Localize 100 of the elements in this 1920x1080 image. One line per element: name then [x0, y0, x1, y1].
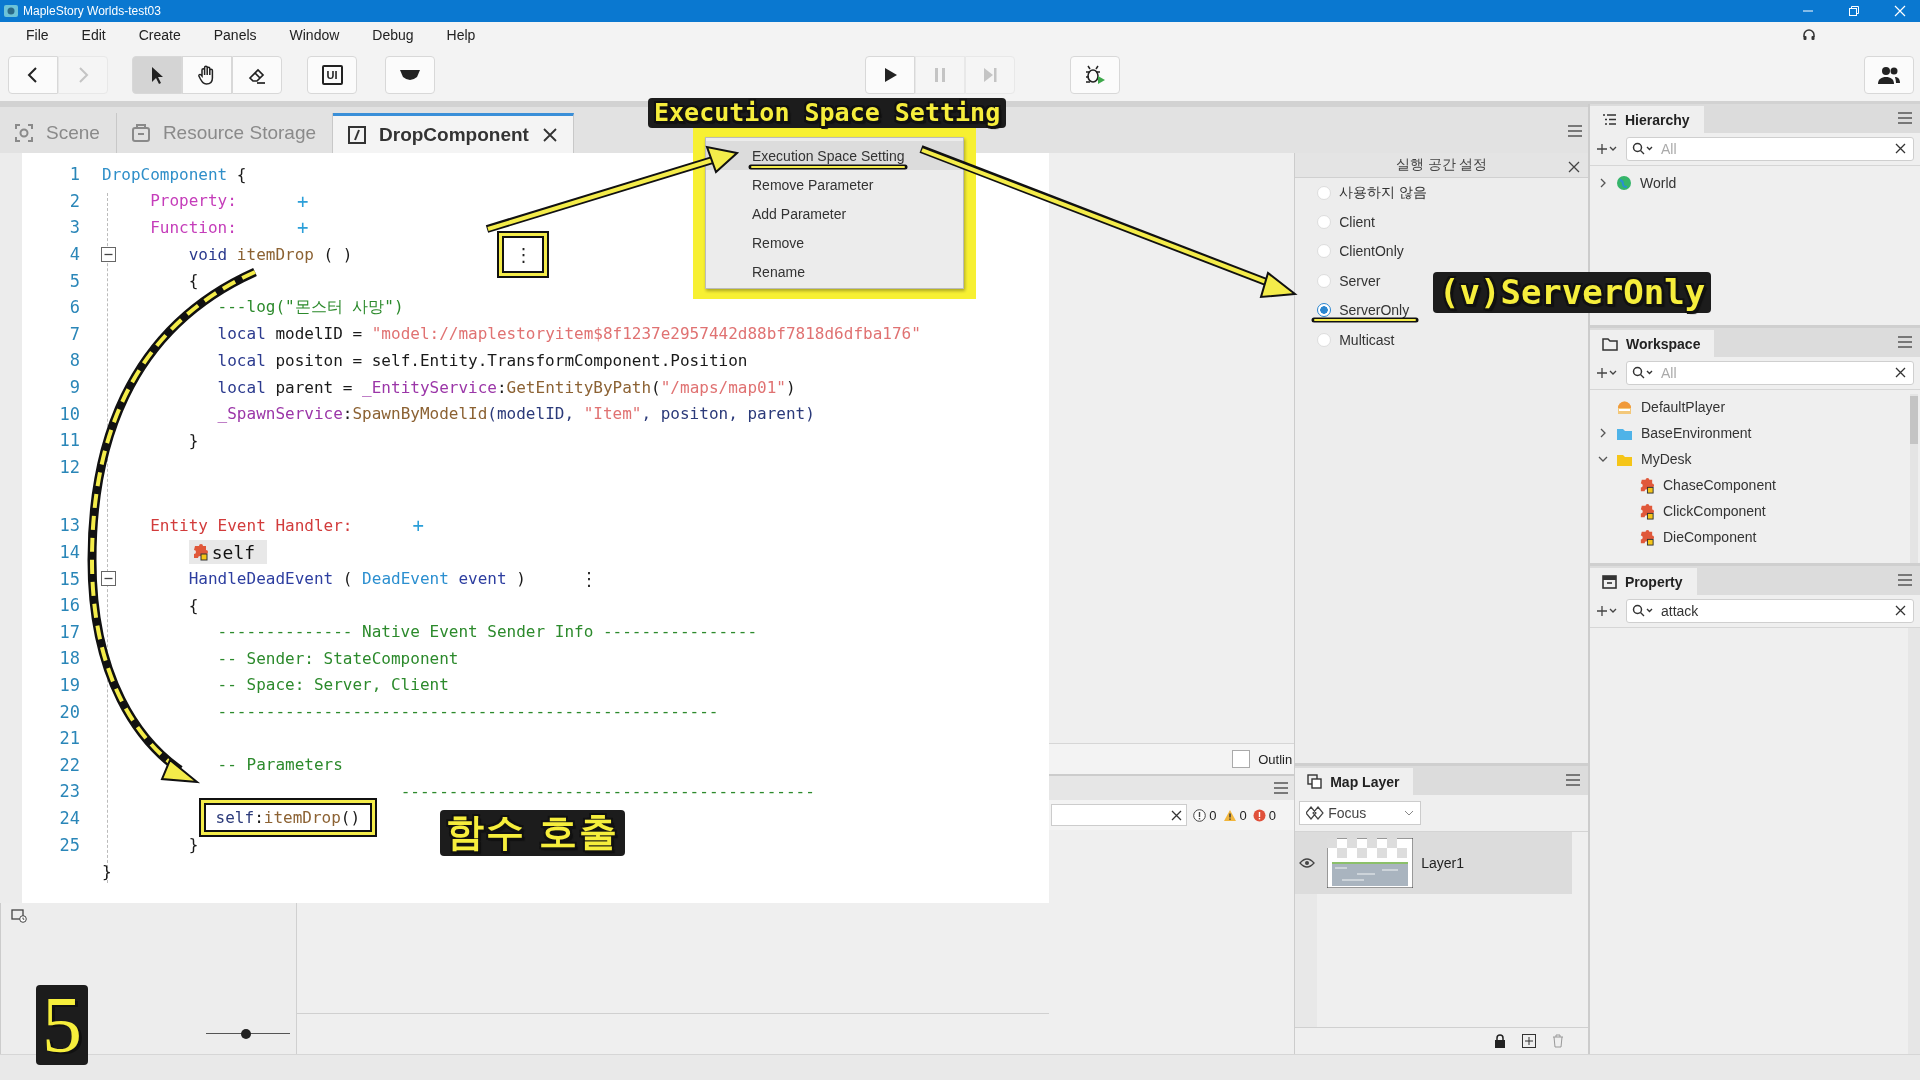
clear-icon[interactable] [1895, 605, 1906, 616]
menu-item[interactable]: Remove Parameter [706, 170, 963, 199]
clear-icon[interactable] [1895, 367, 1906, 378]
layer-row[interactable]: Layer1 [1295, 832, 1572, 894]
eraser-button[interactable] [232, 55, 282, 94]
menu-item[interactable]: Rename [706, 257, 963, 286]
code-text: void itemDrop ( ) [188, 244, 353, 264]
tree-item-label[interactable]: DefaultPlayer [1641, 399, 1726, 415]
clear-icon[interactable] [1171, 809, 1183, 821]
code-text: -- Parameters [217, 755, 343, 775]
line-number: 19 [58, 675, 81, 695]
select-button[interactable] [132, 55, 182, 94]
ui-button[interactable]: UI [307, 55, 357, 94]
close-icon[interactable] [1568, 161, 1580, 173]
search-field[interactable]: attack [1626, 599, 1914, 623]
search-icon[interactable] [1632, 366, 1654, 380]
entity-chip[interactable]: self [188, 540, 268, 564]
line-number: 24 [58, 807, 81, 828]
search-icon[interactable] [1632, 142, 1654, 156]
menu-item[interactable]: Remove [706, 228, 963, 257]
menu-item[interactable]: Edit [69, 27, 127, 43]
people-icon[interactable] [1877, 64, 1901, 85]
radio-label[interactable]: 사용하지 않음 [1339, 183, 1428, 202]
code-text: local positon = self.Entity.TransformComponent.Position [217, 350, 748, 370]
focus-dropdown[interactable]: Focus [1299, 801, 1422, 825]
radio-label[interactable]: Client [1339, 214, 1375, 231]
debug-button[interactable] [1070, 55, 1120, 94]
clear-icon[interactable] [1895, 143, 1906, 154]
menu-icon[interactable] [1898, 574, 1912, 586]
chevron-icon[interactable] [1598, 178, 1608, 188]
search-icon[interactable] [1632, 604, 1654, 618]
menu-icon[interactable] [1274, 782, 1289, 794]
tree-item-label[interactable]: World [1640, 175, 1677, 191]
slider-thumb[interactable] [240, 1029, 251, 1039]
panel-title: 실행 공간 설정 [1395, 156, 1488, 174]
headset-icon[interactable] [1802, 28, 1816, 42]
component-icon [1638, 528, 1655, 546]
code-text: -- Space: Server, Client [217, 675, 449, 695]
add-button[interactable] [1596, 605, 1618, 617]
close-icon[interactable] [542, 127, 557, 142]
menu-item[interactable]: Panels [201, 27, 278, 43]
scrollbar[interactable] [1908, 628, 1920, 1054]
add-button[interactable] [1596, 143, 1618, 155]
eye-icon[interactable] [1299, 858, 1316, 868]
info-icon[interactable] [1193, 808, 1207, 822]
chevron-icon[interactable] [1598, 428, 1608, 438]
menu-item[interactable]: Create [126, 27, 202, 43]
tree-item-label[interactable]: BaseEnvironment [1641, 425, 1752, 441]
editor-tab[interactable]: DropComponent [333, 113, 574, 153]
menu-item[interactable]: Debug [360, 27, 435, 43]
checkbox[interactable] [1232, 750, 1251, 768]
collapse-icon[interactable] [101, 246, 116, 262]
back-button[interactable] [8, 55, 58, 94]
chevron-icon[interactable] [1598, 454, 1608, 464]
add-icon[interactable] [1522, 1034, 1536, 1048]
restore-icon[interactable] [1848, 5, 1860, 17]
add-button[interactable] [1596, 367, 1618, 379]
caret-icon[interactable] [1404, 810, 1415, 816]
menu-icon[interactable] [1568, 125, 1582, 137]
menu-icon[interactable] [1898, 112, 1912, 124]
focus-frame-icon[interactable] [14, 123, 34, 143]
filter-field[interactable] [1051, 804, 1188, 826]
menu-item[interactable]: File [14, 27, 70, 43]
tree-item-label[interactable]: MyDesk [1641, 451, 1692, 467]
code-text: } [188, 430, 199, 450]
line-number: 22 [58, 754, 81, 775]
play-button[interactable] [865, 55, 915, 94]
tree-item-label[interactable]: ChaseComponent [1663, 477, 1776, 493]
error-icon[interactable] [1252, 808, 1266, 822]
component-icon [1638, 502, 1655, 520]
bug-icon[interactable] [1083, 63, 1107, 86]
briefcase-icon[interactable] [130, 123, 151, 143]
radio-label[interactable]: ClientOnly [1339, 243, 1404, 260]
menu-icon[interactable] [1566, 774, 1580, 786]
warning-icon[interactable] [1222, 808, 1237, 822]
collapse-icon[interactable] [101, 571, 116, 587]
menu-item[interactable]: Help [434, 27, 497, 43]
script-icon[interactable] [347, 124, 368, 145]
shape-button[interactable] [385, 55, 435, 94]
menu-icon[interactable] [1898, 336, 1912, 348]
people-button[interactable] [1864, 55, 1914, 94]
tree-item-label[interactable]: ClickComponent [1663, 503, 1766, 519]
line-number: 25 [58, 834, 81, 855]
radio-label[interactable]: Multicast [1339, 331, 1395, 348]
radio-button[interactable] [1317, 303, 1332, 318]
zoom-slider[interactable] [206, 1028, 290, 1040]
lock-icon[interactable] [1494, 1034, 1506, 1048]
scrollbar[interactable] [1910, 394, 1918, 563]
search-field[interactable]: All [1626, 137, 1914, 161]
radio-label[interactable]: ServerOnly [1339, 302, 1410, 319]
menu-item[interactable]: Add Parameter [706, 199, 963, 228]
code-text: } [102, 861, 112, 881]
layers-icon [1307, 774, 1323, 789]
radio-label[interactable]: Server [1339, 272, 1381, 289]
search-field[interactable]: All [1626, 361, 1914, 385]
tree-item-label[interactable]: DieComponent [1663, 529, 1757, 545]
hand-button[interactable] [182, 55, 232, 94]
history-icon[interactable] [11, 909, 27, 923]
menu-item[interactable]: Window [277, 27, 361, 43]
line-number: 1 [68, 164, 81, 185]
